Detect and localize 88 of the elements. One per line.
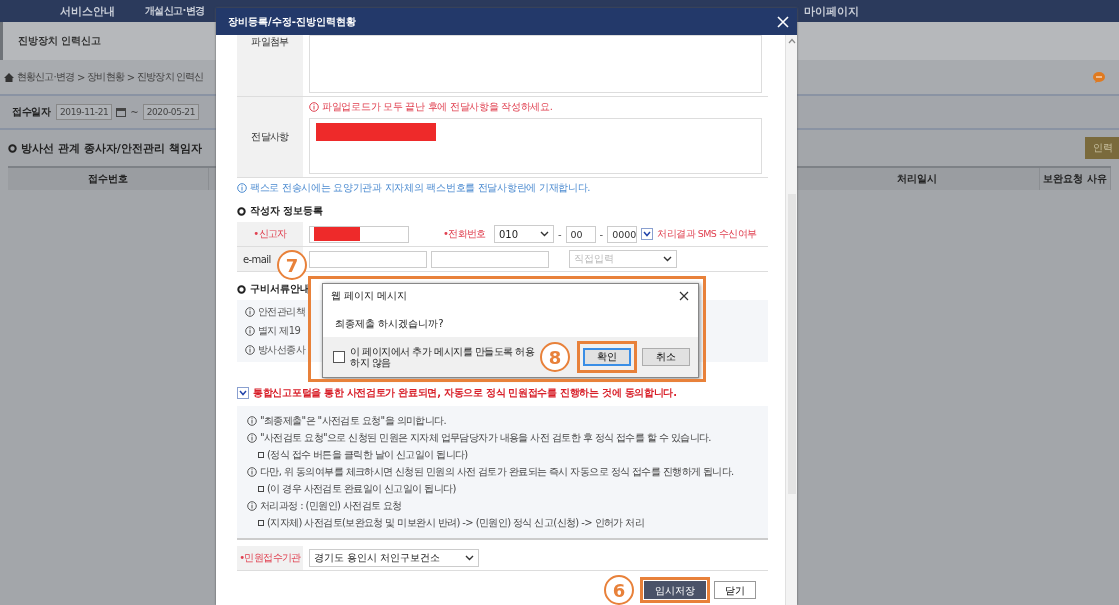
column-header: 보완요청 사유	[1040, 168, 1111, 190]
breadcrumb-link[interactable]: 현황신고·변경	[17, 70, 74, 84]
dialog-message: 최종제출 하시겠습니까?	[334, 317, 445, 331]
phone-prefix-select[interactable]: 010	[493, 225, 554, 243]
phone-field[interactable]: 00	[565, 225, 596, 243]
dialog-title: 웹 페이지 메시지	[331, 289, 408, 303]
scroll-up-icon	[787, 38, 796, 44]
step-number: 6	[604, 575, 634, 605]
info-text: (이 경우 사전검토 완료일이 신고일이 됩니다)	[267, 482, 456, 496]
message-textarea[interactable]	[309, 118, 762, 174]
field-label: •민원접수기관	[237, 546, 303, 570]
document-note: 방사선종사	[258, 343, 305, 357]
info-icon	[245, 307, 255, 317]
date-field[interactable]: 2019-11-21	[56, 104, 113, 120]
info-icon	[245, 326, 255, 336]
field-label: •신고자	[237, 222, 303, 246]
calendar-icon	[116, 107, 127, 117]
square-bullet-icon	[258, 520, 264, 526]
document-note: 별지 제19	[258, 324, 301, 338]
info-icon	[237, 183, 247, 193]
nav-item[interactable]: 마이페이지	[804, 3, 859, 19]
sms-checkbox[interactable]	[641, 228, 654, 240]
phone-field[interactable]: 0000	[607, 225, 638, 243]
square-bullet-icon	[258, 486, 264, 492]
step-number: 8	[540, 342, 570, 372]
close-button[interactable]: 닫기	[714, 581, 756, 599]
breadcrumb-separator: >	[126, 71, 135, 83]
scrollbar-thumb[interactable]	[787, 194, 796, 494]
info-text: 처리과정 : (민원인) 사전검토 요청	[260, 499, 402, 513]
info-icon	[247, 467, 257, 477]
info-icon	[247, 501, 257, 511]
suppress-checkbox[interactable]	[333, 351, 345, 363]
upload-notice: 파일업로드가 모두 끝난 후에 전달사항을 작성하세요.	[322, 100, 553, 114]
checkbox-label: 처리결과 SMS 수신여부	[657, 227, 757, 241]
agreement-label: 통합신고포털을 통한 사전검토가 완료되면, 자동으로 정식 민원접수를 진행하는 것에 동의합니다.	[253, 386, 677, 400]
square-bullet-icon	[258, 452, 264, 458]
date-field[interactable]: 2020-05-21	[142, 104, 199, 120]
chevron-down-icon	[465, 555, 474, 561]
info-icon	[245, 345, 255, 355]
breadcrumb-separator: >	[76, 71, 85, 83]
field-label: 전달사항	[237, 97, 303, 177]
redaction-block	[314, 227, 360, 241]
modal-title: 장비등록/수정-진방인력현황	[228, 14, 357, 29]
info-text: "최종제출"은 "사전검토 요청"을 의미합니다.	[260, 414, 447, 428]
save-draft-button[interactable]: 임시저장	[644, 581, 706, 599]
breadcrumb-link[interactable]: 진방장치 인력신	[137, 70, 204, 84]
page-title: 진방장치 인력신고	[18, 34, 102, 48]
scrollbar[interactable]	[785, 35, 797, 605]
chevron-down-icon	[539, 231, 549, 237]
date-separator: ~	[130, 106, 139, 118]
info-text: "사전검토 요청"으로 신청된 민원은 지자체 업무담당자가 내용을 사전 검토한 후 정식 접수를 할 수 있습니다.	[260, 431, 711, 445]
date-filter-label: 접수일자	[12, 105, 50, 119]
nav-item[interactable]: 서비스안내	[60, 3, 115, 19]
info-icon	[247, 416, 257, 426]
check-icon	[239, 390, 247, 396]
breadcrumb-link[interactable]: 장비현황	[87, 70, 124, 84]
separator-text: -	[599, 228, 604, 240]
agency-select[interactable]: 경기도 용인시 처인구보건소	[309, 549, 479, 567]
home-icon	[4, 72, 14, 82]
cancel-button[interactable]: 취소	[642, 348, 690, 366]
email-domain-field[interactable]	[431, 250, 549, 268]
field-label: •전화번호	[443, 227, 486, 241]
fax-notice: 팩스로 전송시에는 요양기관과 지자체의 팩스번호를 전달사항란에 기재합니다.	[250, 181, 591, 195]
info-icon	[309, 102, 319, 112]
confirm-button[interactable]: 확인	[583, 348, 631, 366]
speech-bubble-icon	[1093, 71, 1105, 83]
field-label: 파일첨부	[237, 35, 303, 96]
close-icon	[679, 291, 689, 301]
bullet-ring-icon	[237, 206, 246, 216]
checkbox-label: 이 페이지에서 추가 메시지를 만들도록 허용하지 않음	[350, 345, 535, 369]
bullet-ring-icon	[237, 284, 246, 294]
info-text: (정식 접수 버튼을 클릭한 날이 신고일이 됩니다)	[267, 448, 468, 462]
name-field[interactable]	[309, 225, 409, 243]
info-text: (지자체) 사전검토(보완요청 및 미보완시 반려) -> (민원인) 정식 신고(신청) -> 인허가 처리	[267, 516, 645, 530]
info-text: 다만, 위 동의여부를 체크하시면 신청된 민원의 사전 검토가 완료되는 즉시 자동으로 정식 접수를 진행하게 됩니다.	[260, 465, 734, 479]
agreement-checkbox[interactable]	[237, 387, 249, 399]
separator-text: -	[557, 228, 562, 240]
chevron-down-icon	[663, 256, 672, 262]
nav-item[interactable]: 개설신고·변경	[145, 4, 205, 18]
bullet-ring-icon	[8, 143, 17, 153]
document-note: 안전관리책	[258, 305, 305, 319]
section-heading: 작성자 정보등록	[250, 204, 324, 218]
close-icon	[777, 15, 789, 28]
check-icon	[643, 231, 652, 237]
info-icon	[247, 433, 257, 443]
column-header: 접수번호	[8, 168, 209, 190]
section-title: 방사선 관계 종사자/안전관리 책임자	[21, 140, 202, 156]
email-id-field[interactable]	[309, 250, 427, 268]
